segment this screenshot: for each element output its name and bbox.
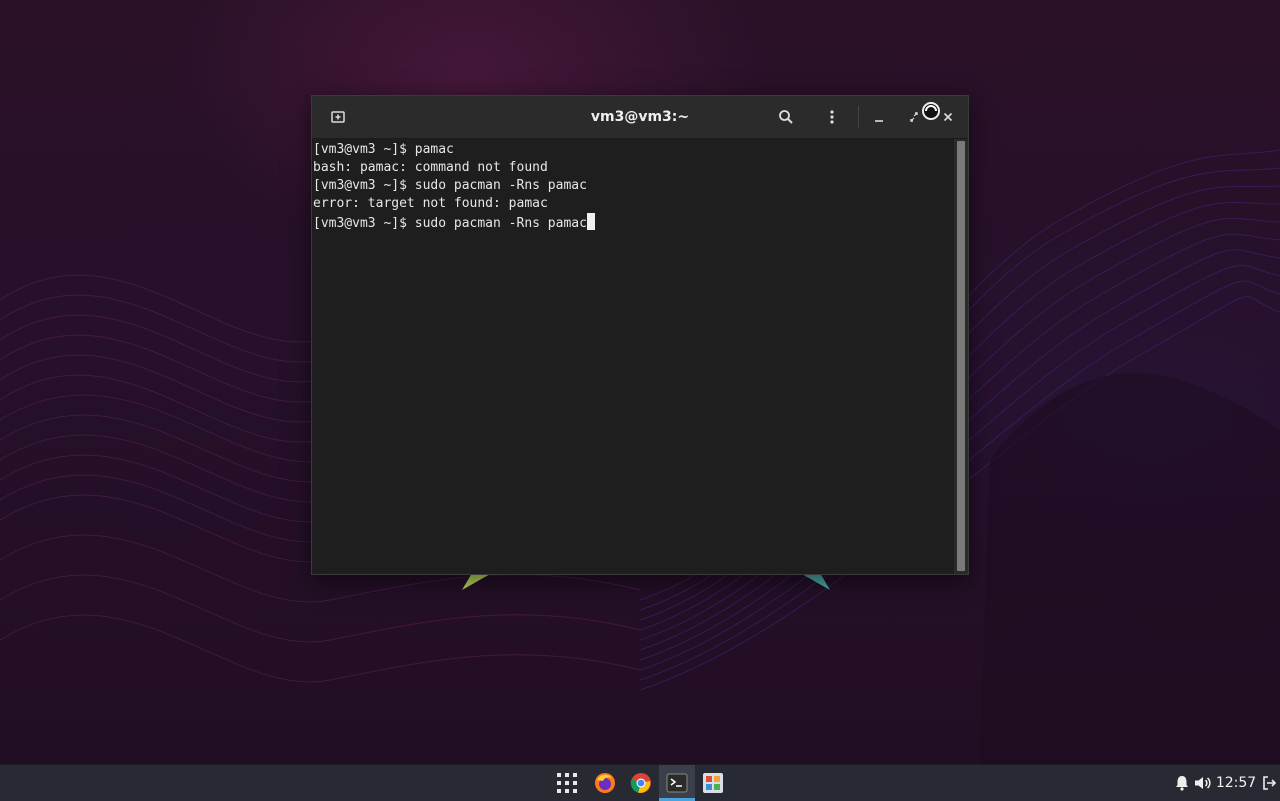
search-icon bbox=[779, 110, 793, 124]
minimize-button[interactable] bbox=[865, 103, 893, 131]
terminal-line: error: target not found: pamac bbox=[313, 196, 548, 211]
scrollbar-thumb[interactable] bbox=[957, 141, 965, 571]
chrome-icon bbox=[630, 773, 651, 793]
logout-button[interactable] bbox=[1260, 765, 1278, 801]
search-button[interactable] bbox=[772, 103, 800, 131]
terminal-line: [vm3@vm3 ~]$ pamac bbox=[313, 142, 454, 157]
software-center-icon bbox=[703, 773, 723, 793]
app-grid-icon bbox=[557, 773, 577, 793]
logout-icon bbox=[1263, 776, 1276, 790]
notifications-button[interactable] bbox=[1172, 765, 1192, 801]
bell-icon bbox=[1176, 776, 1188, 791]
clock[interactable]: 12:57 bbox=[1214, 765, 1258, 801]
terminal-prompt-line[interactable]: [vm3@vm3 ~]$ sudo pacman -Rns pamac bbox=[313, 213, 595, 231]
title-bar[interactable]: vm3@vm3:~ bbox=[312, 96, 968, 139]
terminal-icon bbox=[666, 773, 688, 793]
new-tab-button[interactable] bbox=[324, 103, 352, 131]
minimize-icon bbox=[875, 120, 883, 122]
taskbar: 12:57 bbox=[0, 764, 1280, 801]
firefox-icon bbox=[595, 773, 615, 793]
speaker-icon bbox=[1195, 777, 1211, 789]
chrome-launcher[interactable] bbox=[623, 765, 659, 801]
close-button[interactable] bbox=[934, 103, 962, 131]
scrollbar[interactable] bbox=[954, 139, 968, 574]
software-center-launcher[interactable] bbox=[695, 765, 731, 801]
titlebar-separator bbox=[858, 106, 859, 128]
menu-button[interactable] bbox=[818, 103, 846, 131]
app-grid-button[interactable] bbox=[549, 765, 585, 801]
kebab-menu-icon bbox=[830, 110, 834, 124]
close-icon bbox=[943, 112, 953, 122]
terminal-line: bash: pamac: command not found bbox=[313, 160, 548, 175]
new-tab-icon bbox=[331, 111, 345, 123]
text-cursor bbox=[586, 213, 595, 230]
window-title: vm3@vm3:~ bbox=[590, 109, 690, 125]
terminal-launcher[interactable] bbox=[659, 765, 695, 801]
terminal-output[interactable]: [vm3@vm3 ~]$ pamac bash: pamac: command … bbox=[312, 139, 954, 574]
volume-button[interactable] bbox=[1192, 765, 1214, 801]
firefox-launcher[interactable] bbox=[587, 765, 623, 801]
terminal-line: [vm3@vm3 ~]$ sudo pacman -Rns pamac bbox=[313, 178, 587, 193]
terminal-current-command: [vm3@vm3 ~]$ sudo pacman -Rns pamac bbox=[313, 216, 587, 231]
terminal-window[interactable]: vm3@vm3:~ [vm3@vm3 ~]$ pamac bash: pamac… bbox=[311, 95, 969, 575]
